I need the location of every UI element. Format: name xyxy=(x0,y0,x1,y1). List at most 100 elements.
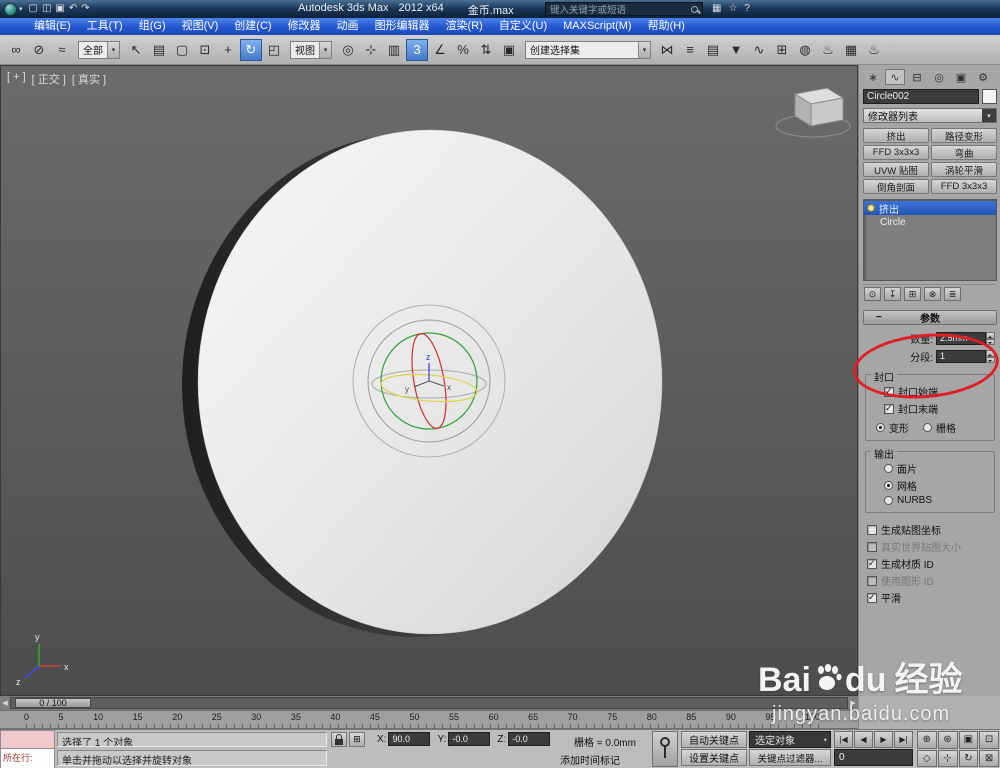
menu-item[interactable]: 视图(V) xyxy=(174,18,227,35)
zoom-icon[interactable]: ⊕ xyxy=(917,731,937,749)
unlink-selection-icon[interactable]: ⊘ xyxy=(28,39,50,61)
spinner-snap-icon[interactable]: ⇅ xyxy=(475,39,497,61)
play-icon[interactable]: ▶ xyxy=(874,731,893,748)
track-bar[interactable]: 0510152025303540455055606570758085909510… xyxy=(0,710,858,729)
menu-item[interactable]: 帮助(H) xyxy=(640,18,693,35)
modifier-stack[interactable]: 挤出 Circle xyxy=(863,199,997,281)
select-and-link-icon[interactable]: ∞ xyxy=(5,39,27,61)
help-icon[interactable]: ? xyxy=(744,2,750,16)
viewport-general-menu[interactable]: [ + ] xyxy=(7,71,26,87)
previous-frame-icon[interactable]: ◀ xyxy=(854,731,873,748)
named-selection-set-dropdown[interactable]: 创建选择集 ▾ xyxy=(525,41,651,59)
stack-item-circle[interactable]: Circle xyxy=(864,215,996,229)
menu-item[interactable]: 创建(C) xyxy=(226,18,279,35)
select-by-name-icon[interactable]: ▤ xyxy=(148,39,170,61)
menu-item[interactable]: 组(G) xyxy=(131,18,174,35)
pan-icon[interactable]: ⊹ xyxy=(938,750,958,768)
render-setup-icon[interactable]: ♨ xyxy=(817,39,839,61)
x-coordinate-field[interactable]: 90.0 xyxy=(388,732,430,746)
viewport-canvas[interactable]: [ + ] [ 正交 ] [ 真实 ] xyxy=(0,65,858,696)
rendered-frame-icon[interactable]: ▦ xyxy=(840,39,862,61)
cap-start-checkbox[interactable] xyxy=(884,387,894,397)
redo-icon[interactable]: ↷ xyxy=(81,2,89,16)
material-editor-icon[interactable]: ◍ xyxy=(794,39,816,61)
viewport-pov-menu[interactable]: [ 正交 ] xyxy=(32,71,66,87)
modifier-preset-button[interactable]: 涡轮平滑 xyxy=(931,162,997,177)
select-and-scale-icon[interactable]: ◰ xyxy=(263,39,285,61)
smooth-checkbox[interactable] xyxy=(867,593,877,603)
edit-named-sets-icon[interactable]: ▣ xyxy=(498,39,520,61)
segments-spinner[interactable]: 1 xyxy=(936,350,995,363)
open-file-icon[interactable]: ◫ xyxy=(42,2,51,16)
cap-end-checkbox[interactable] xyxy=(884,404,894,414)
snaps-toggle-icon[interactable]: 3 xyxy=(406,39,428,61)
layer-manager-icon[interactable]: ▤ xyxy=(702,39,724,61)
real-world-map-size-checkbox[interactable] xyxy=(867,542,877,552)
select-and-manipulate-icon[interactable]: ⊹ xyxy=(360,39,382,61)
maximize-viewport-toggle-icon[interactable]: ⊠ xyxy=(979,750,999,768)
go-to-end-icon[interactable]: ▶| xyxy=(894,731,913,748)
application-menu-button[interactable]: ▾ xyxy=(4,3,23,16)
amount-spinner[interactable]: 2.5mm xyxy=(936,332,995,345)
modifier-preset-button[interactable]: 路径变形 xyxy=(931,128,997,143)
y-coordinate-field[interactable]: -0.0 xyxy=(448,732,490,746)
menu-item[interactable]: 图形编辑器 xyxy=(367,18,438,35)
selection-region-icon[interactable]: ▢ xyxy=(171,39,193,61)
use-shape-ids-checkbox[interactable] xyxy=(867,576,877,586)
zoom-all-icon[interactable]: ⊛ xyxy=(938,731,958,749)
favorites-star-icon[interactable]: ☆ xyxy=(728,2,737,16)
object-color-swatch[interactable] xyxy=(982,89,997,104)
listener-field[interactable]: 所在行: xyxy=(0,749,55,768)
percent-snap-icon[interactable]: % xyxy=(452,39,474,61)
remove-modifier-icon[interactable]: ⊗ xyxy=(924,287,941,301)
make-unique-icon[interactable]: ⊞ xyxy=(904,287,921,301)
mirror-icon[interactable]: ⋈ xyxy=(656,39,678,61)
time-slider-track[interactable]: 0 / 100 xyxy=(10,697,848,709)
menu-item[interactable]: 自定义(U) xyxy=(491,18,555,35)
segments-value[interactable]: 1 xyxy=(936,350,986,363)
menu-item[interactable]: 渲染(R) xyxy=(438,18,491,35)
undo-icon[interactable]: ↶ xyxy=(69,2,77,16)
render-production-icon[interactable]: ♨ xyxy=(863,39,885,61)
keyboard-override-icon[interactable]: ▥ xyxy=(383,39,405,61)
set-key-mode-button[interactable]: 设置关键点 xyxy=(681,749,747,766)
menu-item[interactable]: 动画 xyxy=(329,18,367,35)
selection-filter-dropdown[interactable]: 全部 ▾ xyxy=(78,41,120,59)
object-name-field[interactable]: Circle002 xyxy=(863,89,979,104)
hierarchy-tab-icon[interactable]: ⊟ xyxy=(907,69,927,85)
use-center-icon[interactable]: ◎ xyxy=(337,39,359,61)
field-of-view-icon[interactable]: ◇ xyxy=(917,750,937,768)
maxscript-mini-listener[interactable]: 所在行: xyxy=(0,730,55,768)
parameters-rollout-header[interactable]: − 参数 xyxy=(863,310,997,325)
menu-item[interactable]: 修改器 xyxy=(280,18,329,35)
pin-stack-icon[interactable]: ⊙ xyxy=(864,287,881,301)
zoom-region-icon[interactable]: ⊡ xyxy=(979,731,999,749)
modifier-preset-button[interactable]: 挤出 xyxy=(863,128,929,143)
absolute-mode-toggle[interactable]: ⊞ xyxy=(349,732,365,747)
zoom-extents-icon[interactable]: ▣ xyxy=(959,731,979,749)
viewport-shading-menu[interactable]: [ 真实 ] xyxy=(72,71,106,87)
key-filters-button[interactable]: 关键点过滤器... xyxy=(749,749,831,766)
window-crossing-icon[interactable]: ⊡ xyxy=(194,39,216,61)
modifier-preset-button[interactable]: FFD 3x3x3 xyxy=(863,145,929,160)
grid-radio[interactable] xyxy=(923,423,932,432)
modifier-preset-button[interactable]: UVW 贴图 xyxy=(863,162,929,177)
select-object-icon[interactable]: ↖ xyxy=(125,39,147,61)
modifier-list-dropdown[interactable]: 修改器列表 ▾ xyxy=(863,108,997,123)
z-coordinate-field[interactable]: -0.0 xyxy=(508,732,550,746)
patch-radio[interactable] xyxy=(884,464,893,473)
orbit-icon[interactable]: ↻ xyxy=(959,750,979,768)
communication-center-icon[interactable]: ▦ xyxy=(712,2,721,16)
create-tab-icon[interactable]: ∗ xyxy=(863,69,883,85)
reference-coordinate-dropdown[interactable]: 视图 ▾ xyxy=(290,41,332,59)
spinner-arrows-icon[interactable] xyxy=(986,350,995,363)
search-icon[interactable] xyxy=(691,6,698,13)
infocenter-search-input[interactable]: 键入关键字或短语 xyxy=(545,2,703,16)
bind-to-space-warp-icon[interactable]: ≈ xyxy=(51,39,73,61)
view-cube[interactable] xyxy=(776,88,850,137)
modify-tab-icon[interactable]: ∿ xyxy=(885,69,905,85)
next-frame-button[interactable]: ▶ xyxy=(848,699,858,707)
morph-radio[interactable] xyxy=(876,423,885,432)
menu-item[interactable]: 工具(T) xyxy=(79,18,131,35)
menu-item[interactable]: MAXScript(M) xyxy=(555,18,639,35)
